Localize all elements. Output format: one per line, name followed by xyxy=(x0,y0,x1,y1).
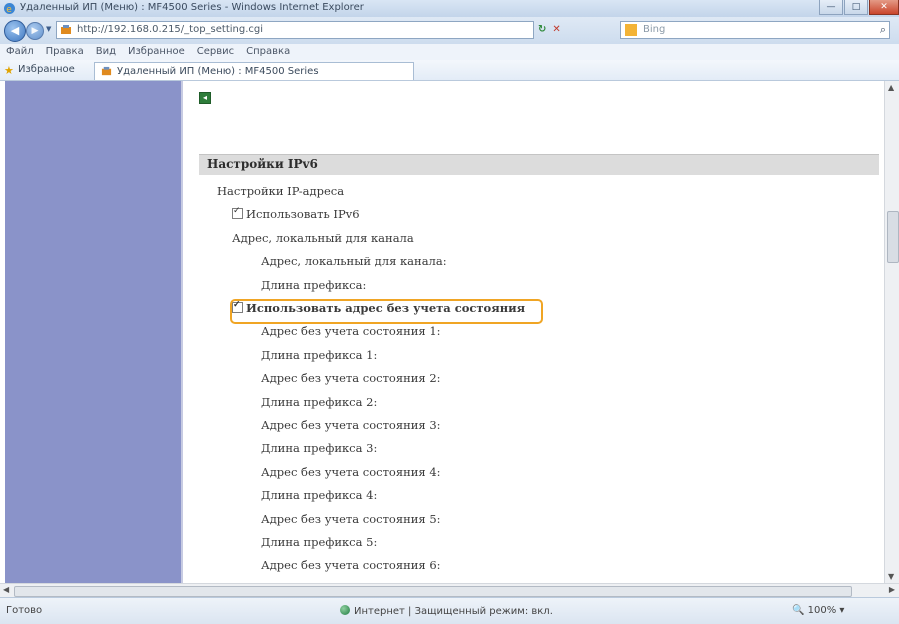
address-tools: ↻ ✕ xyxy=(538,24,561,35)
checkbox[interactable] xyxy=(232,206,243,220)
settings-panel: ◂ Настройки IPv6 Настройки IP-адреса Испо… xyxy=(199,81,884,583)
stop-icon[interactable]: ✕ xyxy=(552,24,560,35)
row-label: Адрес без учета состояния 1: xyxy=(261,324,441,339)
tab-site-icon xyxy=(101,66,112,76)
row-label: Адрес без учета состояния 3: xyxy=(261,418,441,432)
settings-row: Длина префикса 2: xyxy=(261,395,377,409)
status-text: Готово xyxy=(6,605,43,616)
address-field[interactable]: http://192.168.0.215/_top_setting.cgi xyxy=(56,21,534,39)
refresh-icon[interactable]: ↻ xyxy=(538,24,546,35)
row-label: Длина префикса 5: xyxy=(261,535,378,549)
scroll-up-icon[interactable]: ▲ xyxy=(888,83,894,92)
ie-icon: e xyxy=(4,3,15,15)
browser-tab[interactable]: Удаленный ИП (Меню) : MF4500 Series xyxy=(94,62,414,80)
menu-bar: Файл Правка Вид Избранное Сервис Справка xyxy=(0,44,899,60)
bing-icon xyxy=(625,24,637,36)
settings-row: Длина префикса 3: xyxy=(261,441,377,455)
settings-row: Адрес, локальный для канала xyxy=(232,231,414,245)
close-button[interactable]: ✕ xyxy=(869,0,899,15)
window-controls: — □ ✕ xyxy=(818,0,899,17)
minimize-button[interactable]: — xyxy=(819,0,843,15)
settings-row: Длина префикса 5: xyxy=(261,535,377,549)
settings-row: Адрес, локальный для канала: xyxy=(261,254,447,268)
address-url[interactable]: http://192.168.0.215/_top_setting.cgi xyxy=(77,24,263,35)
row-label: Настройки IP-адреса xyxy=(217,184,345,198)
scroll-left-icon[interactable]: ◀ xyxy=(3,585,9,594)
checkbox-row[interactable]: Использовать IPv6 xyxy=(232,206,360,222)
security-zone[interactable]: Интернет | Защищенный режим: вкл. xyxy=(340,605,553,617)
settings-row: Настройки IP-адреса xyxy=(217,184,344,198)
window-title-bar: e Удаленный ИП (Меню) : MF4500 Series - … xyxy=(0,0,899,18)
row-label: Адрес без учета состояния 6: xyxy=(261,558,441,573)
row-label: Длина префикса 4: xyxy=(261,488,378,503)
section-header: Настройки IPv6 xyxy=(199,154,879,175)
row-label: Использовать IPv6 xyxy=(246,207,360,222)
globe-icon xyxy=(340,605,350,615)
menu-view[interactable]: Вид xyxy=(96,44,116,60)
section-title: Настройки IPv6 xyxy=(207,157,318,171)
settings-row: Длина префикса 1: xyxy=(261,348,377,362)
row-label: Адрес без учета состояния 2: xyxy=(261,371,441,386)
settings-row: Адрес без учета состояния 2: xyxy=(261,371,441,385)
search-placeholder: Bing xyxy=(643,24,666,35)
horizontal-scroll-thumb[interactable] xyxy=(14,586,852,597)
sidebar-divider xyxy=(181,81,183,583)
menu-edit[interactable]: Правка xyxy=(46,44,84,60)
vertical-scrollbar[interactable]: ▲ ▼ xyxy=(884,81,899,583)
row-label: Длина префикса 2: xyxy=(261,394,378,409)
favorites-star-icon[interactable]: ★ xyxy=(4,64,14,77)
search-input[interactable]: Bing ⌕ xyxy=(620,21,890,39)
back-button[interactable]: ◀ xyxy=(4,20,26,42)
settings-row: Адрес без учета состояния 3: xyxy=(261,418,441,432)
favorites-label[interactable]: Избранное xyxy=(18,64,75,75)
history-dropdown-icon[interactable]: ▼ xyxy=(46,25,51,33)
menu-tools[interactable]: Сервис xyxy=(197,44,234,60)
menu-help[interactable]: Справка xyxy=(246,44,290,60)
forward-button[interactable]: ▶ xyxy=(26,22,44,40)
row-label: Адрес, локальный для канала xyxy=(232,230,414,245)
row-label: Адрес без учета состояния 4: xyxy=(261,464,441,479)
back-arrow-icon[interactable]: ◂ xyxy=(199,92,211,104)
zoom-control[interactable]: 🔍 100% ▾ xyxy=(792,605,844,616)
svg-text:e: e xyxy=(6,5,12,15)
page-content: ◂ Настройки IPv6 Настройки IP-адреса Испо… xyxy=(0,81,892,583)
row-label: Длина префикса 3: xyxy=(261,441,378,456)
settings-row: Адрес без учета состояния 6: xyxy=(261,558,441,572)
favorites-bar: ★ Избранное Удаленный ИП (Меню) : MF4500… xyxy=(0,60,899,81)
row-label: Адрес, локальный для канала: xyxy=(261,254,447,269)
settings-row: Длина префикса 4: xyxy=(261,488,377,502)
tab-title: Удаленный ИП (Меню) : MF4500 Series xyxy=(117,66,319,77)
window-title: Удаленный ИП (Меню) : MF4500 Series - Wi… xyxy=(20,2,364,13)
row-label: Адрес без учета состояния 5: xyxy=(261,511,441,526)
vertical-scroll-thumb[interactable] xyxy=(887,211,899,263)
horizontal-scrollbar[interactable]: ◀ ▶ xyxy=(0,583,899,597)
scroll-right-icon[interactable]: ▶ xyxy=(889,585,895,594)
zone-text: Интернет | Защищенный режим: вкл. xyxy=(354,606,553,617)
row-label: Длина префикса 1: xyxy=(261,347,378,362)
sidebar xyxy=(5,81,181,583)
menu-favorites[interactable]: Избранное xyxy=(128,44,185,60)
settings-row: Адрес без учета состояния 1: xyxy=(261,324,441,338)
settings-row: Длина префикса: xyxy=(261,278,366,292)
settings-row: Адрес без учета состояния 5: xyxy=(261,512,441,526)
scroll-down-icon[interactable]: ▼ xyxy=(888,572,894,581)
zoom-level: 100% xyxy=(807,605,837,616)
navigation-bar: ◀ ▶ ▼ http://192.168.0.215/_top_setting.… xyxy=(0,17,899,44)
row-label: Длина префикса: xyxy=(261,277,367,292)
highlight-box xyxy=(230,299,543,324)
maximize-button[interactable]: □ xyxy=(844,0,868,15)
status-bar: Готово Интернет | Защищенный режим: вкл.… xyxy=(0,597,899,624)
settings-row: Адрес без учета состояния 4: xyxy=(261,465,441,479)
site-icon xyxy=(61,25,71,34)
menu-file[interactable]: Файл xyxy=(6,44,34,60)
search-icon[interactable]: ⌕ xyxy=(880,23,886,37)
